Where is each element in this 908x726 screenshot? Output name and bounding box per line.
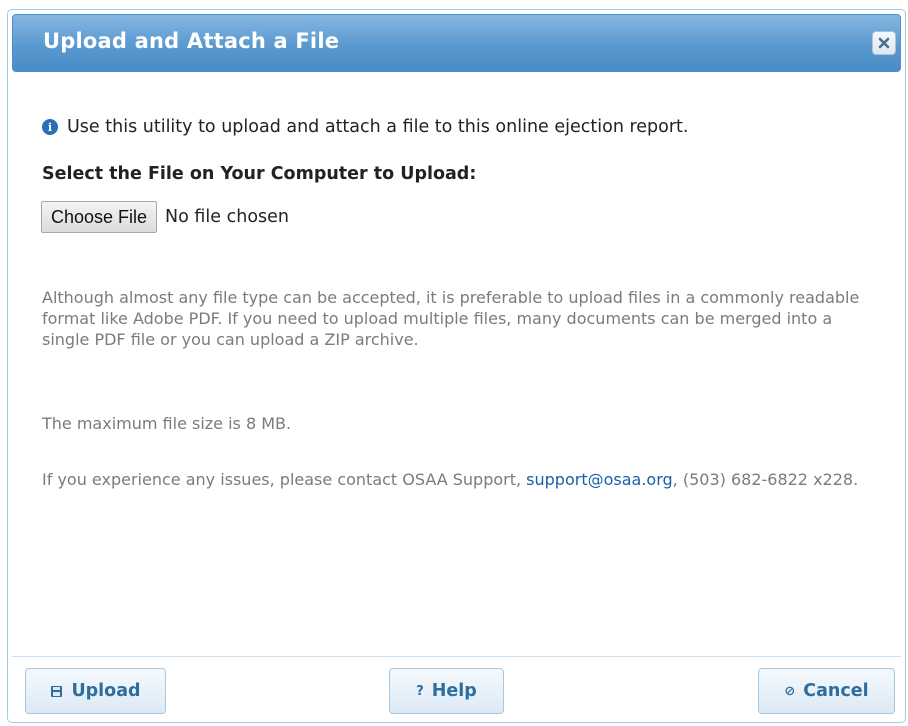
- info-icon: i: [42, 119, 58, 135]
- footer-divider: [12, 656, 901, 657]
- support-note: If you experience any issues, please con…: [42, 469, 872, 490]
- help-button-label: Help: [431, 681, 477, 701]
- support-text-suffix: , (503) 682-6822 x228.: [672, 470, 859, 489]
- support-text-prefix: If you experience any issues, please con…: [42, 470, 527, 489]
- file-type-note: Although almost any file type can be acc…: [42, 288, 860, 349]
- file-input[interactable]: Choose File No file chosen: [41, 201, 289, 233]
- upload-button[interactable]: Upload: [25, 668, 166, 714]
- info-message: i Use this utility to upload and attach …: [42, 117, 688, 137]
- file-size-note: The maximum file size is 8 MB.: [42, 414, 292, 433]
- file-select-label: Select the File on Your Computer to Uplo…: [42, 164, 477, 184]
- cancel-button-label: Cancel: [803, 681, 869, 701]
- close-icon: [878, 37, 890, 49]
- support-email-link[interactable]: support@osaa.org: [526, 470, 673, 489]
- close-button[interactable]: [872, 31, 896, 55]
- choose-file-button[interactable]: Choose File: [41, 201, 158, 233]
- upload-button-label: Upload: [71, 681, 141, 701]
- info-text: Use this utility to upload and attach a …: [67, 117, 689, 137]
- help-button[interactable]: ? Help: [389, 668, 504, 714]
- dialog-titlebar: Upload and Attach a File: [12, 14, 901, 72]
- dialog-title: Upload and Attach a File: [43, 29, 340, 53]
- save-icon: [51, 685, 63, 697]
- cancel-button[interactable]: ⊘ Cancel: [758, 668, 895, 714]
- file-status: No file chosen: [165, 207, 290, 227]
- cancel-icon: ⊘: [784, 683, 796, 699]
- upload-dialog: Upload and Attach a File i Use this util…: [7, 9, 906, 723]
- question-icon: ?: [416, 683, 424, 699]
